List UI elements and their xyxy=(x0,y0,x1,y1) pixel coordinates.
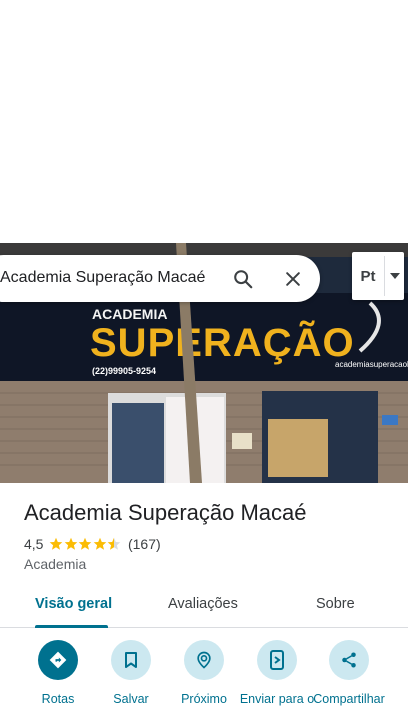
tab-about[interactable]: Sobre xyxy=(316,596,355,612)
search-icon[interactable] xyxy=(230,266,256,292)
place-category[interactable]: Academia xyxy=(24,556,86,572)
star-icon xyxy=(93,537,107,550)
sign-phone-text: (22)99905-9254 xyxy=(92,366,156,376)
bookmark-icon xyxy=(111,640,151,680)
rating-value: 4,5 xyxy=(24,536,44,552)
tab-bar: Visão geral Avaliações Sobre xyxy=(0,584,408,628)
place-title: Academia Superação Macaé xyxy=(24,500,307,525)
nearby-icon xyxy=(184,640,224,680)
nearby-label: Próximo xyxy=(181,692,227,706)
star-icon xyxy=(50,537,63,550)
search-bar[interactable]: Academia Superação Macaé xyxy=(0,255,320,302)
sign-title-text: ACADEMIA xyxy=(92,306,167,322)
nearby-button[interactable]: Próximo xyxy=(169,640,239,707)
search-input[interactable]: Academia Superação Macaé xyxy=(0,269,205,287)
active-tab-indicator xyxy=(35,625,108,628)
send-to-phone-icon xyxy=(257,640,297,680)
directions-icon xyxy=(38,640,78,680)
rating-row[interactable]: 4,5 (167) xyxy=(24,536,161,552)
save-label: Salvar xyxy=(113,692,149,706)
send-to-phone-button[interactable]: Enviar para o xyxy=(239,640,315,707)
directions-label: Rotas xyxy=(41,692,75,706)
tab-overview[interactable]: Visão geral xyxy=(35,596,112,612)
action-bar: Rotas Salvar Próximo Enviar para o Compa… xyxy=(0,640,408,726)
language-selector[interactable]: Pt xyxy=(352,252,404,300)
review-count[interactable]: (167) xyxy=(128,536,161,552)
sign-social-text: academiasuperacaolagor xyxy=(335,360,408,369)
share-button[interactable]: Compartilhar xyxy=(313,640,385,707)
close-icon[interactable] xyxy=(280,266,306,292)
chevron-down-icon[interactable] xyxy=(385,273,404,279)
save-button[interactable]: Salvar xyxy=(96,640,166,707)
star-icon xyxy=(64,537,78,550)
share-label: Compartilhar xyxy=(313,692,385,706)
language-label: Pt xyxy=(360,267,376,285)
tab-reviews[interactable]: Avaliações xyxy=(168,596,238,612)
directions-button[interactable]: Rotas xyxy=(23,640,93,707)
sign-brand-text: SUPERAÇÃO xyxy=(90,319,355,365)
star-icon xyxy=(79,537,92,550)
send-to-phone-label: Enviar para o xyxy=(239,692,315,706)
share-icon xyxy=(329,640,369,680)
rating-stars xyxy=(49,537,122,551)
star-icon xyxy=(108,537,121,550)
